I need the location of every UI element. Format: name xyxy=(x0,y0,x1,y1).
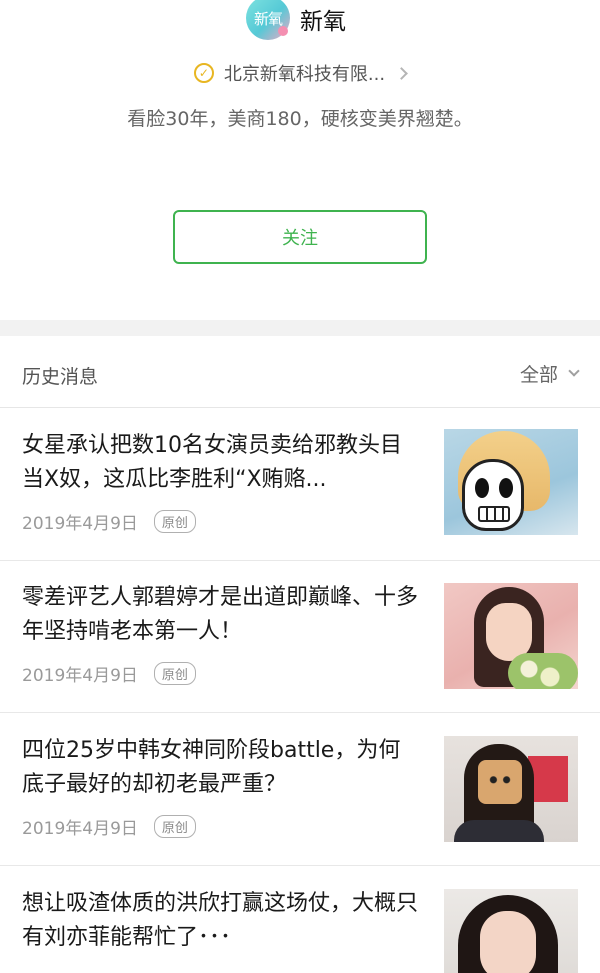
article-title: 四位25岁中韩女神同阶段battle，为何底子最好的却初老最严重？ xyxy=(22,738,401,797)
account-name: 新氧 xyxy=(300,9,346,35)
account-profile: 新氧 新氧 ✓ 北京新氧科技有限... 看脸30年，美商180，硬核变美界翘楚。… xyxy=(0,0,600,320)
article-title: 想让吸渣体质的洪欣打赢这场仗，大概只有刘亦菲能帮忙了･･･ xyxy=(22,891,419,950)
original-badge: 原创 xyxy=(153,510,196,533)
history-title: 历史消息 xyxy=(22,366,99,388)
article-title: 零差评艺人郭碧婷才是出道即巅峰、十多年坚持啃老本第一人！ xyxy=(22,585,419,644)
article-meta: 2019年4月9日 原创 xyxy=(22,509,196,534)
article-item[interactable]: 女星承认把数10名女演员卖给邪教头目当X奴，这瓜比李胜利“X贿赂... 2019… xyxy=(0,409,600,561)
article-thumbnail xyxy=(444,889,578,973)
filter-label: 全部 xyxy=(519,364,558,386)
verified-check-icon: ✓ xyxy=(193,63,214,83)
history-header: 历史消息 全部 xyxy=(0,336,600,408)
article-item[interactable]: 四位25岁中韩女神同阶段battle，为何底子最好的却初老最严重？ 2019年4… xyxy=(0,714,600,866)
article-item[interactable]: 想让吸渣体质的洪欣打赢这场仗，大概只有刘亦菲能帮忙了･･･ xyxy=(0,867,600,973)
article-item[interactable]: 零差评艺人郭碧婷才是出道即巅峰、十多年坚持啃老本第一人！ 2019年4月9日 原… xyxy=(0,561,600,713)
cat-sticker-icon xyxy=(478,760,522,804)
article-date: 2019年4月9日 xyxy=(22,819,138,839)
original-badge: 原创 xyxy=(153,662,196,685)
account-avatar[interactable]: 新氧 xyxy=(246,0,290,40)
chevron-down-icon xyxy=(568,364,580,377)
section-divider xyxy=(0,320,600,336)
article-meta: 2019年4月9日 原创 xyxy=(22,661,196,686)
skull-sticker-icon xyxy=(462,459,524,531)
avatar-dot xyxy=(278,26,288,36)
article-thumbnail xyxy=(444,429,578,535)
article-thumbnail xyxy=(444,583,578,689)
account-bio: 看脸30年，美商180，硬核变美界翘楚。 xyxy=(127,108,473,130)
verified-org-name: 北京新氧科技有限... xyxy=(223,64,386,85)
article-title: 女星承认把数10名女演员卖给邪教头目当X奴，这瓜比李胜利“X贿赂... xyxy=(22,433,402,492)
article-date: 2019年4月9日 xyxy=(22,514,138,534)
article-thumbnail xyxy=(444,736,578,842)
history-filter[interactable]: 全部 xyxy=(519,360,580,387)
article-date: 2019年4月9日 xyxy=(22,666,138,686)
follow-button[interactable]: 关注 xyxy=(173,210,427,264)
original-badge: 原创 xyxy=(153,815,196,838)
verified-org-row[interactable]: ✓ 北京新氧科技有限... xyxy=(0,60,600,86)
article-meta: 2019年4月9日 原创 xyxy=(22,814,196,839)
chevron-right-icon xyxy=(395,66,408,80)
avatar-text: 新氧 xyxy=(253,9,283,28)
